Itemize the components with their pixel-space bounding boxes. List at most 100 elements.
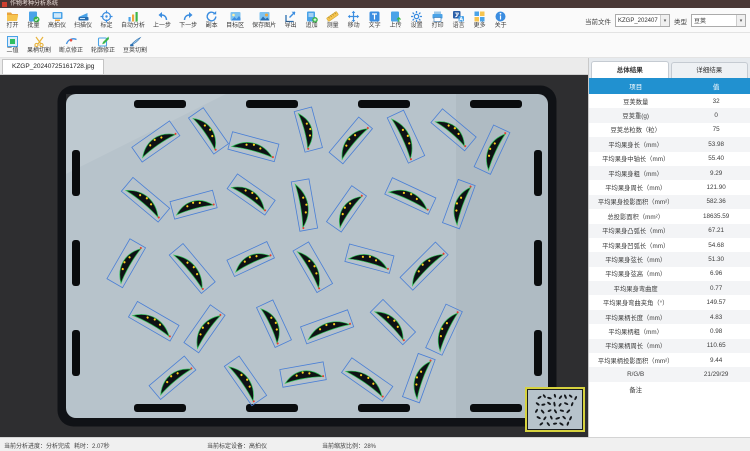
toolbar-button-pod-cut[interactable]: 豆荚切割 bbox=[119, 33, 151, 57]
toolbar-button-label: 目标区 bbox=[226, 23, 244, 30]
toolbar-button-label: 高拍仪 bbox=[48, 23, 66, 30]
toolbar-button-upload[interactable]: 上传 bbox=[385, 8, 406, 32]
reset-icon bbox=[205, 10, 218, 23]
toolbar-button-next-step[interactable]: 下一步 bbox=[175, 8, 201, 32]
thumbnail-image bbox=[527, 389, 583, 430]
status-calibration: 当前标定设备：高拍仪 bbox=[207, 441, 267, 450]
toolbar-button-label: 二值 bbox=[6, 48, 18, 55]
toolbar-button-duplicate[interactable]: 副本 bbox=[201, 8, 222, 32]
result-row[interactable]: 豆荚重(g)0 bbox=[589, 108, 750, 122]
toolbar-button-target-area[interactable]: 目标区 bbox=[222, 8, 248, 32]
result-item-label: 备注 bbox=[589, 385, 682, 394]
navigator-thumbnail[interactable] bbox=[525, 387, 585, 432]
result-row[interactable]: 平均果身弦高（mm）6.96 bbox=[589, 267, 750, 281]
redo-icon bbox=[182, 10, 195, 23]
image-viewer[interactable] bbox=[0, 75, 588, 437]
result-row[interactable]: 平均果柄长度（mm）4.83 bbox=[589, 310, 750, 324]
toolbar-button-contour-fix[interactable]: 轮廓修正 bbox=[87, 33, 119, 57]
upload-icon bbox=[389, 10, 402, 23]
tab-detailed-results[interactable]: 详细结果 bbox=[671, 62, 749, 78]
toolbar-button-label: 打印 bbox=[432, 23, 444, 30]
toolbar-button-save-image[interactable]: 保存图片 bbox=[248, 8, 280, 32]
result-item-label: 平均果柄周长（mm） bbox=[589, 341, 682, 350]
toolbar-button-prev-step[interactable]: 上一步 bbox=[149, 8, 175, 32]
result-item-value: 55.40 bbox=[682, 155, 750, 162]
toolbar-button-export[interactable]: 导出 bbox=[280, 8, 301, 32]
toolbar-button-label: 导出 bbox=[285, 23, 297, 30]
toolbar-button-label: 打开 bbox=[6, 23, 18, 30]
result-row[interactable]: 平均果身弦长（mm）51.30 bbox=[589, 252, 750, 266]
append-icon bbox=[305, 10, 318, 23]
result-row[interactable]: 平均果柄周长（mm）110.65 bbox=[589, 339, 750, 353]
result-item-value: 0.98 bbox=[682, 328, 750, 335]
toolbar-button-print[interactable]: 打印 bbox=[427, 8, 448, 32]
result-row[interactable]: 总投影面积（mm²）18635.59 bbox=[589, 209, 750, 223]
result-item-label: 豆荚总粒数（粒） bbox=[589, 125, 682, 134]
result-item-label: 平均果身弦高（mm） bbox=[589, 269, 682, 278]
tab-overall-results[interactable]: 总体结果 bbox=[591, 61, 669, 78]
result-row[interactable]: 平均果身凸弧长（mm）67.21 bbox=[589, 224, 750, 238]
toolbar-button-open[interactable]: 打开 bbox=[2, 8, 23, 32]
result-row[interactable]: 平均果身周长（mm）121.90 bbox=[589, 180, 750, 194]
result-row[interactable]: 平均果身投影面积（mm²）582.36 bbox=[589, 195, 750, 209]
toolbar-button-label: 断点修正 bbox=[59, 48, 83, 55]
toolbar-button-settings[interactable]: 设置 bbox=[406, 8, 427, 32]
toolbar-button-binary[interactable]: 二值 bbox=[2, 33, 23, 57]
result-row[interactable]: 豆荚总粒数（粒）75 bbox=[589, 123, 750, 137]
result-item-value: 110.65 bbox=[682, 342, 750, 349]
result-item-label: 平均果身中轴长（mm） bbox=[589, 154, 682, 163]
toolbar-button-label: 追加 bbox=[306, 23, 318, 30]
result-item-value: 54.68 bbox=[682, 242, 750, 249]
result-row[interactable]: 平均果身粗（mm）9.29 bbox=[589, 166, 750, 180]
result-item-label: 平均果身弯曲夹角（°） bbox=[589, 298, 682, 307]
toolbar-button-label: 副本 bbox=[206, 23, 218, 30]
result-row[interactable]: R/G/B21/29/29 bbox=[589, 367, 750, 381]
toolbar-button-about[interactable]: 关于 bbox=[490, 8, 511, 32]
result-row[interactable]: 豆荚数量32 bbox=[589, 94, 750, 108]
result-row[interactable]: 平均果身弯曲夹角（°）149.57 bbox=[589, 295, 750, 309]
result-row[interactable]: 平均果身凹弧长（mm）54.68 bbox=[589, 238, 750, 252]
toolbar-button-auto-analyze[interactable]: 自动分析 bbox=[117, 8, 149, 32]
toolbar-button-language[interactable]: 语言 bbox=[448, 8, 469, 32]
result-row[interactable]: 平均果柄粗（mm）0.98 bbox=[589, 324, 750, 338]
status-zoom: 当前缩放比例：28% bbox=[322, 441, 376, 450]
current-file-select[interactable]: KZGP_202407 ▾ bbox=[615, 14, 670, 27]
result-row[interactable]: 平均果身中轴长（mm）55.40 bbox=[589, 152, 750, 166]
result-item-label: 平均果柄投影面积（mm²） bbox=[589, 356, 682, 365]
type-select[interactable]: 豆荚 ▾ bbox=[691, 14, 746, 27]
app-icon bbox=[2, 2, 7, 7]
toolbar-button-breakpoint-fix[interactable]: 断点修正 bbox=[55, 33, 87, 57]
document-tab[interactable]: KZGP_20240725161728.jpg bbox=[2, 59, 104, 74]
result-row[interactable]: 平均果身长（mm）53.98 bbox=[589, 137, 750, 151]
toolbar-button-batch[interactable]: 批量 bbox=[23, 8, 44, 32]
result-item-label: R/G/B bbox=[589, 371, 682, 378]
toolbar-button-calibrate[interactable]: 标定 bbox=[96, 8, 117, 32]
toolbar-button-label: 自动分析 bbox=[121, 23, 145, 30]
chevron-down-icon[interactable]: ▾ bbox=[660, 15, 669, 26]
result-item-label: 豆荚数量 bbox=[589, 97, 682, 106]
auto-analyze-icon bbox=[127, 10, 140, 23]
toolbar-button-more[interactable]: 更多 bbox=[469, 8, 490, 32]
toolbar-button-doc-camera[interactable]: 高拍仪 bbox=[44, 8, 70, 32]
toolbar-button-measure[interactable]: 测量 bbox=[322, 8, 343, 32]
undo-icon bbox=[156, 10, 169, 23]
document-tabstrip: KZGP_20240725161728.jpg bbox=[0, 58, 588, 75]
measure-icon bbox=[326, 10, 339, 23]
result-item-value: 67.21 bbox=[682, 227, 750, 234]
toolbar-button-append[interactable]: 追加 bbox=[301, 8, 322, 32]
result-row[interactable]: 平均果身弯曲度0.77 bbox=[589, 281, 750, 295]
result-item-label: 平均果身弯曲度 bbox=[589, 284, 682, 293]
toolbar-button-label: 豆荚切割 bbox=[123, 48, 147, 55]
toolbar-main-buttons: 打开 批量 高拍仪扫描仪标定自动分析上一步下一步副本 目标区保存图片导出 追加测量移动文… bbox=[0, 8, 511, 32]
toolbar-button-label: 批量 bbox=[27, 23, 39, 30]
chevron-down-icon[interactable]: ▾ bbox=[736, 15, 745, 26]
toolbar-button-move[interactable]: 移动 bbox=[343, 8, 364, 32]
result-item-label: 豆荚重(g) bbox=[589, 111, 682, 120]
toolbar-button-stem-cut[interactable]: 果柄切割 bbox=[23, 33, 55, 57]
toolbar-button-scanner[interactable]: 扫描仪 bbox=[70, 8, 96, 32]
result-row[interactable]: 平均果柄投影面积（mm²）9.44 bbox=[589, 353, 750, 367]
app-title: 作物考种分析系统 bbox=[10, 0, 58, 8]
result-row[interactable]: 备注 bbox=[589, 382, 750, 396]
toolbar-button-text[interactable]: 文字 bbox=[364, 8, 385, 32]
status-bar: 当前分析进度：分析完成 耗时：2.07秒 当前标定设备：高拍仪 当前缩放比例：2… bbox=[0, 437, 750, 451]
